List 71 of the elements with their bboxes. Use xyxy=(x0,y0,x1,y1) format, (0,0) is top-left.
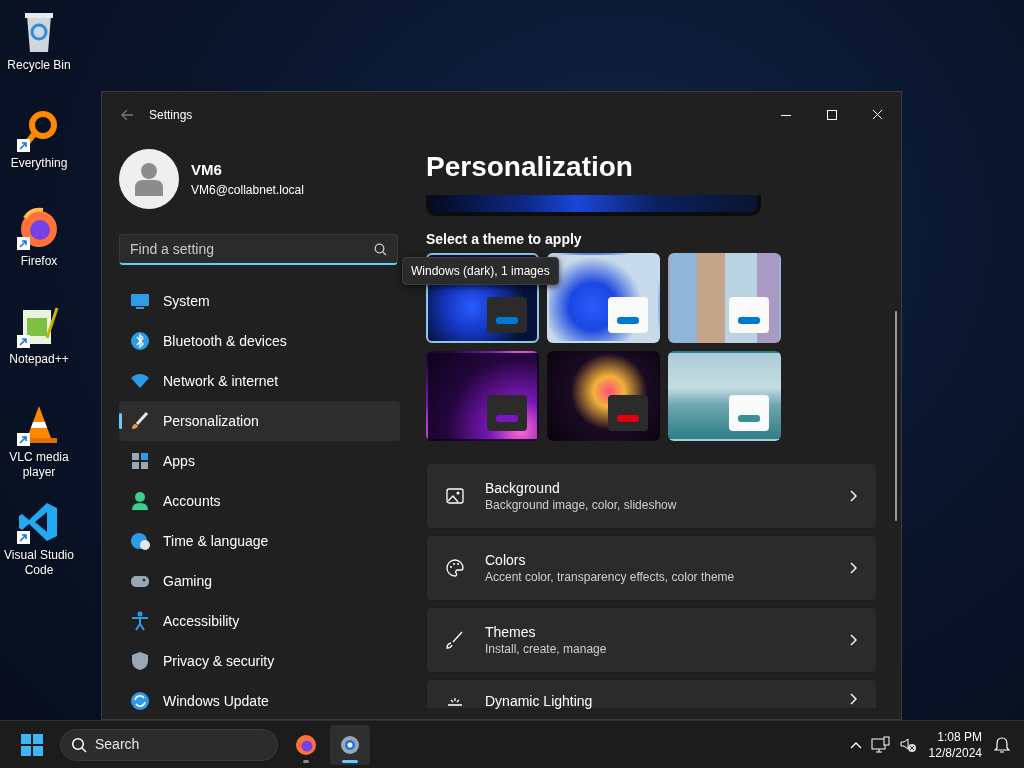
user-name: VM6 xyxy=(191,159,223,180)
speaker-muted-icon[interactable] xyxy=(898,735,917,754)
settings-card[interactable]: Themes Install, create, manage xyxy=(426,607,877,673)
sidebar-item[interactable]: Personalization xyxy=(119,401,400,441)
desktop-icon-label[interactable]: VLC media player xyxy=(0,450,78,480)
bluetooth-icon xyxy=(130,331,150,351)
chevron-right-icon xyxy=(848,692,858,706)
settings-search-field[interactable]: Find a setting xyxy=(130,238,374,260)
taskbar-search-field[interactable]: Search xyxy=(95,734,255,755)
sidebar-item[interactable]: Network & internet xyxy=(119,361,400,401)
settings-search-bar[interactable]: Find a setting xyxy=(119,234,398,265)
brush-icon xyxy=(445,630,465,650)
card-title: Themes xyxy=(485,623,537,641)
sidebar-item[interactable]: Accounts xyxy=(119,481,400,521)
minimize-icon xyxy=(781,114,791,116)
desktop-icon-label[interactable]: Everything xyxy=(10,156,68,171)
bell-icon[interactable] xyxy=(994,735,1010,754)
search-icon xyxy=(374,242,387,256)
brush-icon xyxy=(130,411,150,431)
shield-icon xyxy=(130,651,150,671)
fox-globe-icon xyxy=(294,732,318,757)
card-subtitle: Background image, color, slideshow xyxy=(485,497,677,513)
sidebar-item[interactable]: Apps xyxy=(119,441,400,481)
sidebar-item[interactable]: System xyxy=(119,281,400,321)
gear-app-button[interactable] xyxy=(330,724,370,765)
desktop-icon-label[interactable]: Recycle Bin xyxy=(7,58,71,73)
tooltip: Windows (dark), 1 images xyxy=(402,257,559,285)
monitor-icon xyxy=(130,291,150,311)
sidebar-item[interactable]: Accessibility xyxy=(119,601,400,641)
date: 12/8/2024 xyxy=(928,744,982,761)
theme-thumbnail[interactable] xyxy=(668,351,781,441)
accessibility-person-icon xyxy=(130,611,150,631)
theme-thumbnail[interactable] xyxy=(668,253,781,343)
card-title: Background xyxy=(485,479,561,497)
theme-thumbnail[interactable] xyxy=(547,351,660,441)
page-title: Personalization xyxy=(426,150,634,184)
section-label: Select a theme to apply xyxy=(426,230,583,248)
desktop-icon-label[interactable]: Notepad++ xyxy=(9,352,69,367)
card-title: Colors xyxy=(485,551,527,569)
person-icon xyxy=(130,491,150,511)
apps-grid-icon xyxy=(130,451,150,471)
chevron-right-icon xyxy=(848,489,858,503)
palette-icon xyxy=(445,558,465,578)
chevron-right-icon xyxy=(848,561,858,575)
picture-icon xyxy=(445,486,465,506)
window-title: Settings xyxy=(149,107,193,124)
user-email: VM6@collabnet.local xyxy=(191,182,304,200)
network-monitor-icon[interactable] xyxy=(870,735,891,754)
sidebar-item[interactable]: Gaming xyxy=(119,561,400,601)
sidebar-item[interactable]: Time & language xyxy=(119,521,400,561)
taskbar-search-bar[interactable]: Search xyxy=(60,728,278,761)
person-silhouette-icon xyxy=(134,162,164,196)
search-icon xyxy=(71,736,87,753)
chevron-right-icon xyxy=(848,633,858,647)
theme-thumbnail[interactable] xyxy=(426,351,539,441)
four-squares-logo-icon xyxy=(20,732,44,757)
back-arrow-icon[interactable] xyxy=(119,107,135,123)
scrollbar-thumb[interactable] xyxy=(895,311,897,521)
sync-arrows-icon xyxy=(130,691,150,711)
desktop-icon-label[interactable]: Visual Studio Code xyxy=(0,548,78,578)
settings-card[interactable]: Dynamic Lighting xyxy=(426,679,877,708)
sidebar-item[interactable]: Privacy & security xyxy=(119,641,400,681)
card-title: Dynamic Lighting xyxy=(485,692,593,710)
time: 1:08 PM xyxy=(936,728,982,745)
card-subtitle: Install, create, manage xyxy=(485,641,607,657)
clock[interactable]: 1:08 PM 12/8/2024 xyxy=(924,728,986,761)
desktop-icon-label[interactable]: Firefox xyxy=(20,254,58,269)
settings-card[interactable]: Colors Accent color, transparency effects, color theme xyxy=(426,535,877,601)
card-subtitle: Accent color, transparency effects, color theme xyxy=(485,569,735,585)
sidebar-item[interactable]: Bluetooth & devices xyxy=(119,321,400,361)
settings-card[interactable]: Background Background image, color, slideshow xyxy=(426,463,877,529)
